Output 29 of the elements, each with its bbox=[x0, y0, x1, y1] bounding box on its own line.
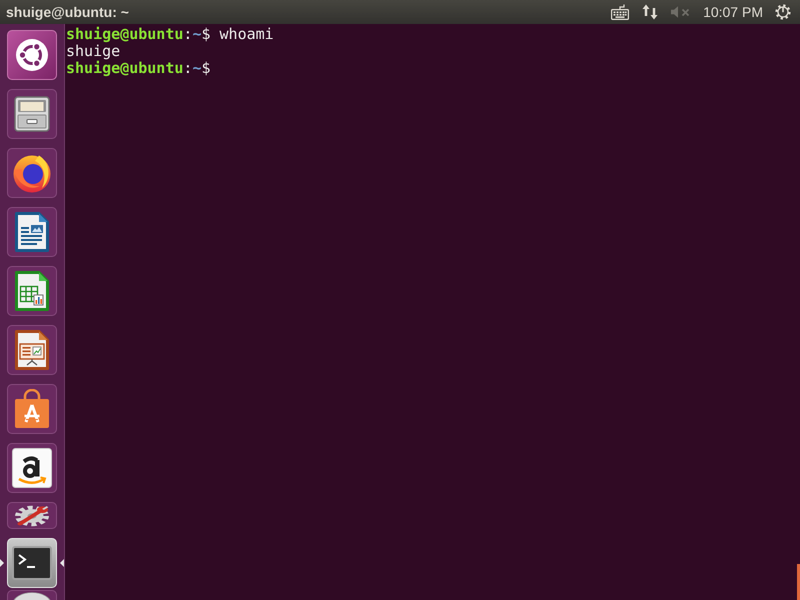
dash-button[interactable] bbox=[7, 30, 57, 80]
store-button[interactable] bbox=[7, 443, 57, 493]
calc-button[interactable] bbox=[7, 266, 57, 316]
file-cabinet-icon bbox=[14, 96, 50, 132]
window-title: shuige@ubuntu: ~ bbox=[6, 3, 129, 21]
clock[interactable]: 10:07 PM bbox=[703, 3, 763, 21]
fox-globe-icon bbox=[12, 153, 52, 193]
ring-logo-icon bbox=[16, 39, 48, 71]
files-button[interactable] bbox=[7, 89, 57, 139]
keyboard-icon[interactable] bbox=[611, 4, 630, 20]
settings-button[interactable] bbox=[7, 502, 57, 529]
impress-button[interactable] bbox=[7, 325, 57, 375]
terminal-icon bbox=[12, 546, 52, 580]
shopping-bag-icon bbox=[14, 389, 50, 429]
window-edge-strip bbox=[797, 564, 800, 600]
writer-button[interactable] bbox=[7, 207, 57, 257]
letter-a-logo-icon bbox=[12, 448, 52, 488]
gear-wrench-icon bbox=[12, 504, 52, 528]
prompt-line: shuige@ubuntu:~$ bbox=[66, 60, 210, 77]
browser-button[interactable] bbox=[7, 148, 57, 198]
power-gear-icon[interactable] bbox=[775, 4, 791, 20]
text-document-icon bbox=[15, 212, 49, 252]
up-down-arrows-icon[interactable] bbox=[642, 4, 658, 20]
presentation-icon bbox=[15, 330, 49, 370]
terminal-button[interactable] bbox=[7, 538, 57, 588]
software-button[interactable] bbox=[7, 384, 57, 434]
spreadsheet-icon bbox=[15, 271, 49, 311]
output-line: shuige bbox=[66, 43, 120, 60]
prompt-line: shuige@ubuntu:~$ whoami bbox=[66, 26, 274, 43]
